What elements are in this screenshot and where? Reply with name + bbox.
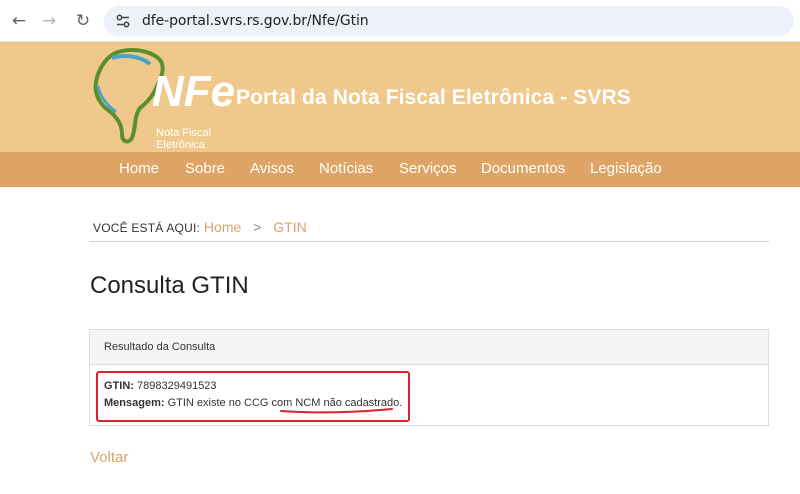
annotation-underline <box>280 408 393 414</box>
nav-item-noticias[interactable]: Notícias <box>319 160 373 177</box>
breadcrumb-home-link[interactable]: Home <box>204 219 241 235</box>
page-title: Consulta GTIN <box>90 272 249 299</box>
panel-heading-text: Resultado da Consulta <box>104 341 216 353</box>
logo-nfe-text: NFe <box>152 67 235 116</box>
forward-arrow-icon[interactable]: → <box>36 8 62 34</box>
nfe-logo[interactable]: NFe Nota Fiscal Eletrônica <box>88 46 238 150</box>
nav-item-home[interactable]: Home <box>119 160 159 177</box>
breadcrumb-current[interactable]: GTIN <box>273 219 306 235</box>
nav-item-servicos[interactable]: Serviços <box>399 160 457 177</box>
main-nav: Home Sobre Avisos Notícias Serviços Docu… <box>0 152 800 187</box>
breadcrumb-divider <box>89 241 769 242</box>
nav-item-avisos[interactable]: Avisos <box>250 160 294 177</box>
nav-item-legislacao[interactable]: Legislação <box>590 160 662 177</box>
site-header: NFe Nota Fiscal Eletrônica Portal da Not… <box>0 42 800 152</box>
logo-subtitle-line2: Eletrônica <box>156 139 206 150</box>
nav-item-sobre[interactable]: Sobre <box>185 160 225 177</box>
breadcrumb: VOCÊ ESTÁ AQUI: Home > GTIN <box>93 219 307 235</box>
site-settings-icon[interactable] <box>115 13 131 29</box>
breadcrumb-separator: > <box>253 219 262 235</box>
panel-heading: Resultado da Consulta <box>90 330 768 365</box>
address-bar[interactable]: dfe-portal.svrs.rs.gov.br/Nfe/Gtin <box>104 6 794 36</box>
reload-icon[interactable]: ↻ <box>70 8 96 34</box>
browser-toolbar: ← → ↻ dfe-portal.svrs.rs.gov.br/Nfe/Gtin <box>0 0 800 42</box>
breadcrumb-prefix: VOCÊ ESTÁ AQUI: <box>93 221 201 235</box>
site-title: Portal da Nota Fiscal Eletrônica - SVRS <box>236 86 631 109</box>
back-arrow-icon[interactable]: ← <box>6 8 32 34</box>
logo-subtitle-line1: Nota Fiscal <box>156 127 211 139</box>
url-text[interactable]: dfe-portal.svrs.rs.gov.br/Nfe/Gtin <box>142 13 369 29</box>
nav-item-documentos[interactable]: Documentos <box>481 160 565 177</box>
back-link[interactable]: Voltar <box>90 449 128 466</box>
